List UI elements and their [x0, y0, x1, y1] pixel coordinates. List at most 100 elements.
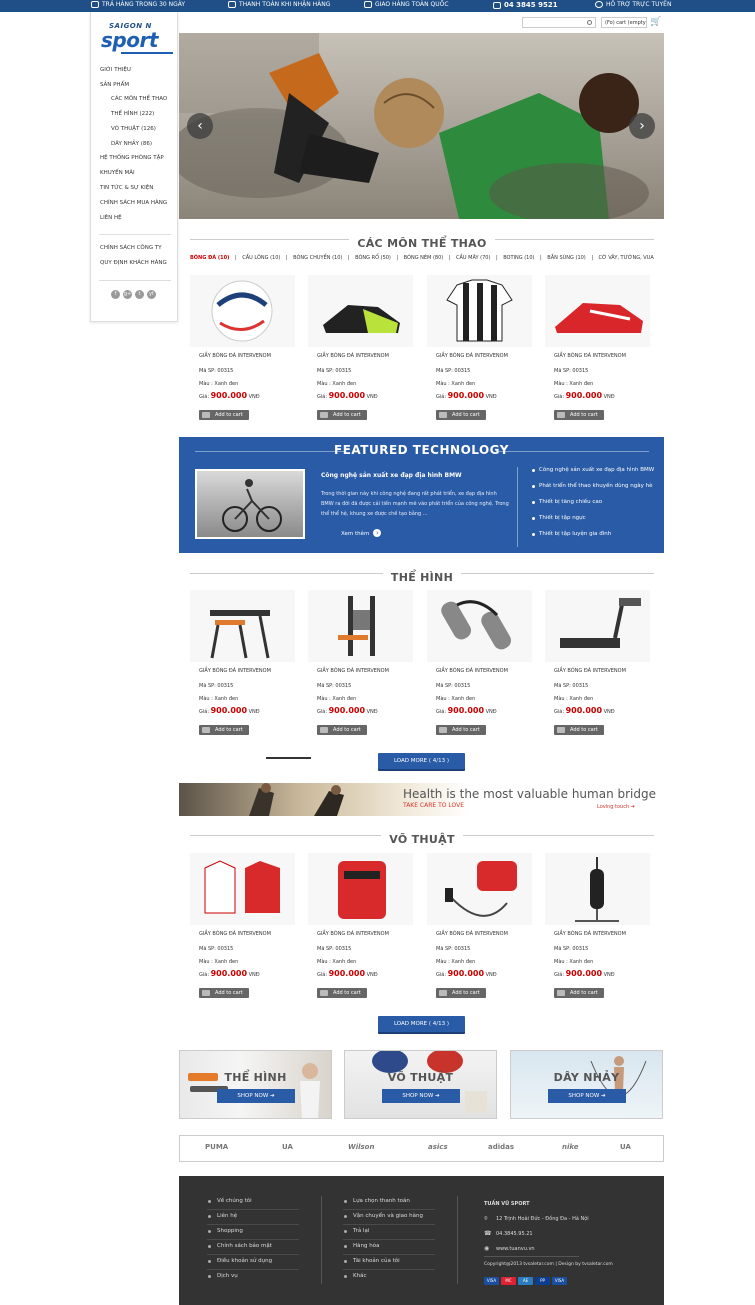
product-card[interactable]: GIẦY BÓNG ĐÁ INTERVENOM Mã SP: 00315 Màu :…	[308, 853, 413, 998]
nav-company-policy[interactable]: CHÍNH SÁCH CÔNG TY	[100, 245, 162, 251]
load-more-button[interactable]: LOAD MORE ( 4/13 )	[378, 753, 465, 769]
brand-nike[interactable]: nike	[562, 1143, 579, 1151]
add-to-cart-button[interactable]: Add to cart	[554, 410, 604, 420]
nav-about[interactable]: GIỚI THIỆU	[100, 67, 131, 73]
product-card[interactable]: GIẦY BÓNG ĐÁ INTERVENOM Mã SP: 00315 Màu :…	[545, 275, 650, 420]
add-to-cart-button[interactable]: Add to cart	[554, 725, 604, 735]
nav-gyms[interactable]: HỆ THỐNG PHÒNG TẬP	[100, 155, 164, 161]
product-name[interactable]: GIẦY BÓNG ĐÁ INTERVENOM	[436, 668, 508, 674]
product-image[interactable]	[190, 853, 295, 925]
footer-link[interactable]: Tài khoản của tôi	[344, 1258, 400, 1264]
product-name[interactable]: GIẦY BÓNG ĐÁ INTERVENOM	[436, 931, 508, 937]
product-image[interactable]	[308, 590, 413, 662]
product-card[interactable]: GIẦY BÓNG ĐÁ INTERVENOM Mã SP: 00315 Màu :…	[190, 275, 295, 420]
product-card[interactable]: GIẦY BÓNG ĐÁ INTERVENOM Mã SP: 00315 Màu :…	[545, 853, 650, 998]
tab-handball[interactable]: BÓNG NÉM (80)	[404, 255, 444, 263]
tab-shooting[interactable]: BẮN SÚNG (10)	[547, 255, 585, 263]
cart-dropdown[interactable]: (Fo) cart (empty)	[601, 17, 647, 28]
nav-promotions[interactable]: KHUYẾN MÃI	[100, 170, 135, 176]
brand-asics[interactable]: asics	[428, 1143, 448, 1151]
nav-martial-arts[interactable]: VÕ THUẬT (126)	[111, 126, 156, 132]
nav-fitness[interactable]: THỂ HÌNH (222)	[111, 111, 154, 117]
category-banner-jump-rope[interactable]: DÂY NHẢY SHOP NOW ➔	[510, 1050, 663, 1119]
featured-list-item[interactable]: Công nghệ sản xuất xe đạp địa hình BMW	[531, 467, 654, 473]
product-name[interactable]: GIẦY BÓNG ĐÁ INTERVENOM	[199, 668, 271, 674]
shop-now-button[interactable]: SHOP NOW ➔	[548, 1089, 626, 1103]
footer-link[interactable]: Điều khoản sử dụng	[207, 1258, 272, 1264]
brand-puma[interactable]: PUMA	[205, 1143, 228, 1151]
featured-list-item[interactable]: Thiết bị tập luyện gia đình	[531, 531, 611, 537]
product-image[interactable]	[545, 590, 650, 662]
online-support[interactable]: HỖ TRỢ TRỰC TUYẾN	[595, 1, 671, 8]
nav-news[interactable]: TIN TỨC & SỰ KIỆN	[100, 185, 153, 191]
category-banner-martial-arts[interactable]: VÕ THUẬT SHOP NOW ➔	[344, 1050, 497, 1119]
footer-link[interactable]: Vận chuyển và giao hàng	[344, 1213, 423, 1219]
shipping-info[interactable]: GIAO HÀNG TOÀN QUỐC	[364, 1, 449, 8]
nav-jump-rope[interactable]: DÂY NHẢY (86)	[111, 141, 152, 147]
google-plus-icon[interactable]: g+	[123, 290, 132, 299]
health-banner[interactable]: Health is the most valuable human bridge…	[179, 783, 664, 816]
add-to-cart-button[interactable]: Add to cart	[317, 410, 367, 420]
brand-under-armour[interactable]: UA	[282, 1143, 293, 1151]
product-card[interactable]: GIẦY BÓNG ĐÁ INTERVENOM Mã SP: 00315 Màu :…	[190, 590, 295, 735]
product-name[interactable]: GIẦY BÓNG ĐÁ INTERVENOM	[317, 353, 389, 359]
nav-purchase-policy[interactable]: CHÍNH SÁCH MUA HÀNG	[100, 200, 167, 206]
product-name[interactable]: GIẦY BÓNG ĐÁ INTERVENOM	[436, 353, 508, 359]
product-image[interactable]	[545, 275, 650, 347]
product-name[interactable]: GIẦY BÓNG ĐÁ INTERVENOM	[317, 931, 389, 937]
category-banner-fitness[interactable]: THỂ HÌNH SHOP NOW ➔	[179, 1050, 332, 1119]
add-to-cart-button[interactable]: Add to cart	[436, 988, 486, 998]
footer-link[interactable]: Dịch vụ	[208, 1273, 238, 1279]
footer-link[interactable]: Hàng hóa	[343, 1243, 379, 1249]
product-name[interactable]: GIẦY BÓNG ĐÁ INTERVENOM	[317, 668, 389, 674]
product-card[interactable]: GIẦY BÓNG ĐÁ INTERVENOM Mã SP: 00315 Màu :…	[308, 275, 413, 420]
brand-adidas[interactable]: adidas	[488, 1143, 514, 1151]
add-to-cart-button[interactable]: Add to cart	[317, 725, 367, 735]
featured-image[interactable]	[195, 469, 305, 539]
cart-icon[interactable]: 🛒	[650, 17, 662, 27]
search-icon[interactable]	[587, 20, 592, 25]
footer-link[interactable]: Liên hệ	[207, 1213, 237, 1219]
product-image[interactable]	[308, 853, 413, 925]
footer-website[interactable]: www.tuanvu.vn	[496, 1246, 535, 1252]
facebook-icon[interactable]: f	[111, 290, 120, 299]
shop-now-button[interactable]: SHOP NOW ➔	[217, 1089, 295, 1103]
footer-link[interactable]: Chính sách bảo mật	[208, 1243, 272, 1249]
add-to-cart-button[interactable]: Add to cart	[199, 988, 249, 998]
add-to-cart-button[interactable]: Add to cart	[436, 725, 486, 735]
hotline[interactable]: 04 3845 9521	[493, 1, 558, 9]
shop-now-button[interactable]: SHOP NOW ➔	[382, 1089, 460, 1103]
product-card[interactable]: GIẦY BÓNG ĐÁ INTERVENOM Mã SP: 00315 Màu :…	[308, 590, 413, 735]
tab-badminton[interactable]: CẦU LÔNG (10)	[242, 255, 280, 263]
nav-sports[interactable]: CÁC MÔN THỂ THAO	[111, 96, 167, 102]
featured-headline[interactable]: Công nghệ sản xuất xe đạp địa hình BMW	[321, 472, 462, 479]
product-name[interactable]: GIẦY BÓNG ĐÁ INTERVENOM	[554, 353, 626, 359]
brand-under-armour[interactable]: UA	[620, 1143, 631, 1151]
footer-link[interactable]: Trả lại	[343, 1228, 369, 1234]
tab-football[interactable]: BÓNG ĐÁ (10)	[190, 255, 229, 263]
slider-prev-button[interactable]: ‹	[187, 113, 213, 139]
footer-link[interactable]: Lựa chọn thanh toán	[344, 1198, 410, 1204]
product-image[interactable]	[545, 853, 650, 925]
twitter-icon[interactable]: t	[135, 290, 144, 299]
tab-boting[interactable]: BOTING (10)	[503, 255, 534, 263]
tab-chess[interactable]: CỜ VÂY, TƯỚNG, VUA	[599, 255, 654, 263]
product-image[interactable]	[308, 275, 413, 347]
footer-link[interactable]: Khác	[344, 1273, 367, 1279]
product-card[interactable]: GIẦY BÓNG ĐÁ INTERVENOM Mã SP: 00315 Màu :…	[427, 275, 532, 420]
slider-next-button[interactable]: ›	[629, 113, 655, 139]
featured-list-item[interactable]: Thiết bị tập ngực	[532, 515, 586, 521]
product-image[interactable]	[190, 590, 295, 662]
add-to-cart-button[interactable]: Add to cart	[199, 725, 249, 735]
tab-volleyball[interactable]: BÓNG CHUYỀN (10)	[293, 255, 342, 263]
product-name[interactable]: GIẦY BÓNG ĐÁ INTERVENOM	[554, 668, 626, 674]
nav-customer-rules[interactable]: QUY ĐỊNH KHÁCH HÀNG	[100, 260, 167, 266]
cod-payment[interactable]: THANH TOÁN KHI NHẬN HÀNG	[228, 1, 330, 8]
product-card[interactable]: GIẦY BÓNG ĐÁ INTERVENOM Mã SP: 00315 Màu :…	[427, 853, 532, 998]
featured-list-item[interactable]: Phát triển thể thao khuyến dùng ngày hè	[532, 483, 653, 489]
product-card[interactable]: GIẦY BÓNG ĐÁ INTERVENOM Mã SP: 00315 Màu :…	[190, 853, 295, 998]
search-input[interactable]	[522, 17, 596, 28]
add-to-cart-button[interactable]: Add to cart	[436, 410, 486, 420]
add-to-cart-button[interactable]: Add to cart	[199, 410, 249, 420]
youtube-icon[interactable]: yt	[147, 290, 156, 299]
